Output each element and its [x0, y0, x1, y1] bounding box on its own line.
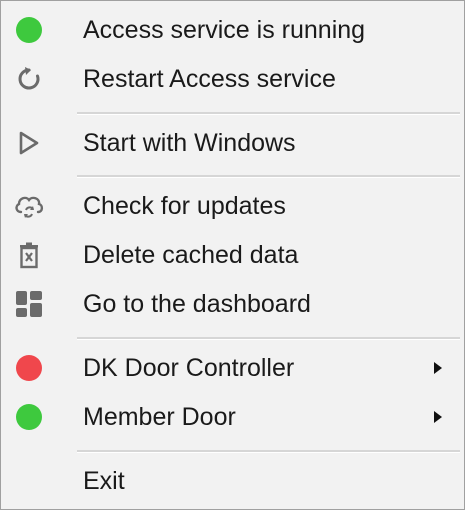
cloud-sync-icon — [9, 183, 49, 229]
status-running-icon — [9, 7, 49, 53]
play-icon — [9, 120, 49, 166]
menu-item-label: Member Door — [83, 403, 236, 431]
menu-item-member-door[interactable]: Member Door — [1, 394, 464, 440]
menu-item-label: Delete cached data — [83, 241, 299, 269]
menu-item-delete-cache[interactable]: Delete cached data — [1, 232, 464, 278]
menu-item-start-with-windows[interactable]: Start with Windows — [1, 120, 464, 166]
separator — [77, 337, 460, 340]
trash-icon — [9, 232, 49, 278]
menu-item-label: Go to the dashboard — [83, 290, 311, 318]
status-stopped-icon — [9, 345, 49, 391]
status-running-icon — [9, 394, 49, 440]
dashboard-icon — [9, 281, 49, 327]
separator — [77, 112, 460, 115]
submenu-arrow-icon — [434, 411, 442, 423]
submenu-arrow-icon — [434, 362, 442, 374]
menu-item-dashboard[interactable]: Go to the dashboard — [1, 281, 464, 327]
separator — [77, 175, 460, 178]
menu-item-service-status[interactable]: Access service is running — [1, 7, 464, 53]
menu-item-label: DK Door Controller — [83, 354, 295, 382]
menu-item-label: Check for updates — [83, 192, 286, 220]
menu-item-check-updates[interactable]: Check for updates — [1, 183, 464, 229]
menu-item-dk-door-controller[interactable]: DK Door Controller — [1, 345, 464, 391]
menu-item-label: Restart Access service — [83, 65, 336, 93]
context-menu: Access service is running Restart Access… — [0, 0, 465, 510]
separator — [77, 450, 460, 453]
menu-item-label: Access service is running — [83, 16, 366, 44]
restart-icon — [9, 56, 49, 102]
menu-item-restart-service[interactable]: Restart Access service — [1, 56, 464, 102]
menu-item-label: Exit — [83, 467, 125, 495]
menu-item-label: Start with Windows — [83, 129, 296, 157]
menu-item-exit[interactable]: Exit — [1, 458, 464, 504]
